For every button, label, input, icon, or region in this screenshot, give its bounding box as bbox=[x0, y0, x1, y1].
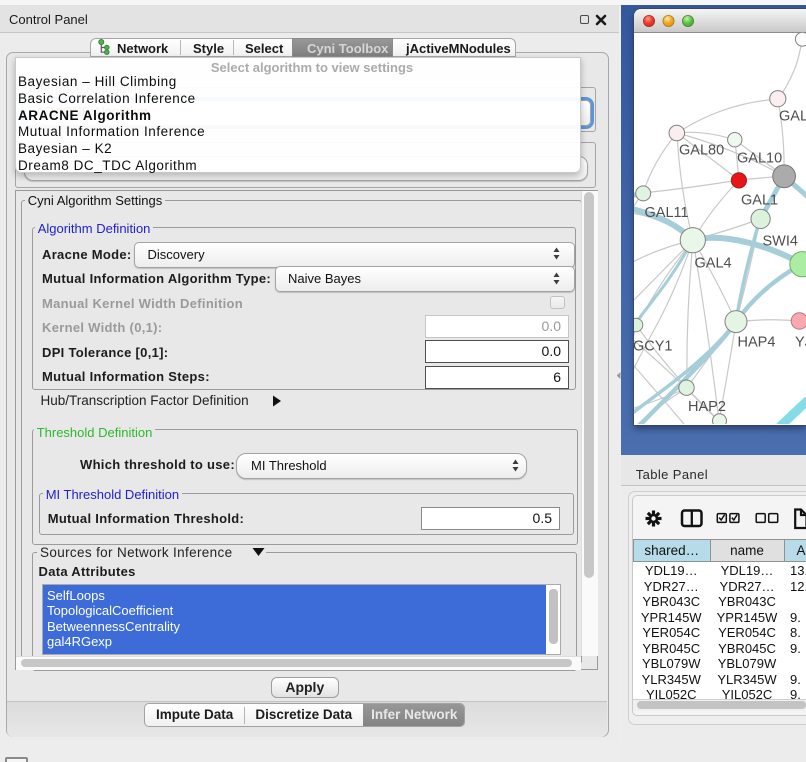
svg-text:GAL1: GAL1 bbox=[741, 193, 778, 209]
svg-text:GAL4: GAL4 bbox=[695, 256, 732, 272]
svg-text:GAL80: GAL80 bbox=[679, 143, 724, 159]
svg-text:YJ: YJ bbox=[795, 335, 806, 351]
svg-text:GAL10: GAL10 bbox=[737, 151, 782, 167]
svg-text:HAP2: HAP2 bbox=[688, 399, 726, 415]
svg-text:GAL11: GAL11 bbox=[645, 205, 689, 221]
svg-text:GAL2: GAL2 bbox=[779, 109, 806, 125]
svg-text:GCY1: GCY1 bbox=[634, 339, 673, 355]
svg-text:SWI4: SWI4 bbox=[763, 234, 798, 250]
svg-text:HAP4: HAP4 bbox=[738, 335, 776, 351]
